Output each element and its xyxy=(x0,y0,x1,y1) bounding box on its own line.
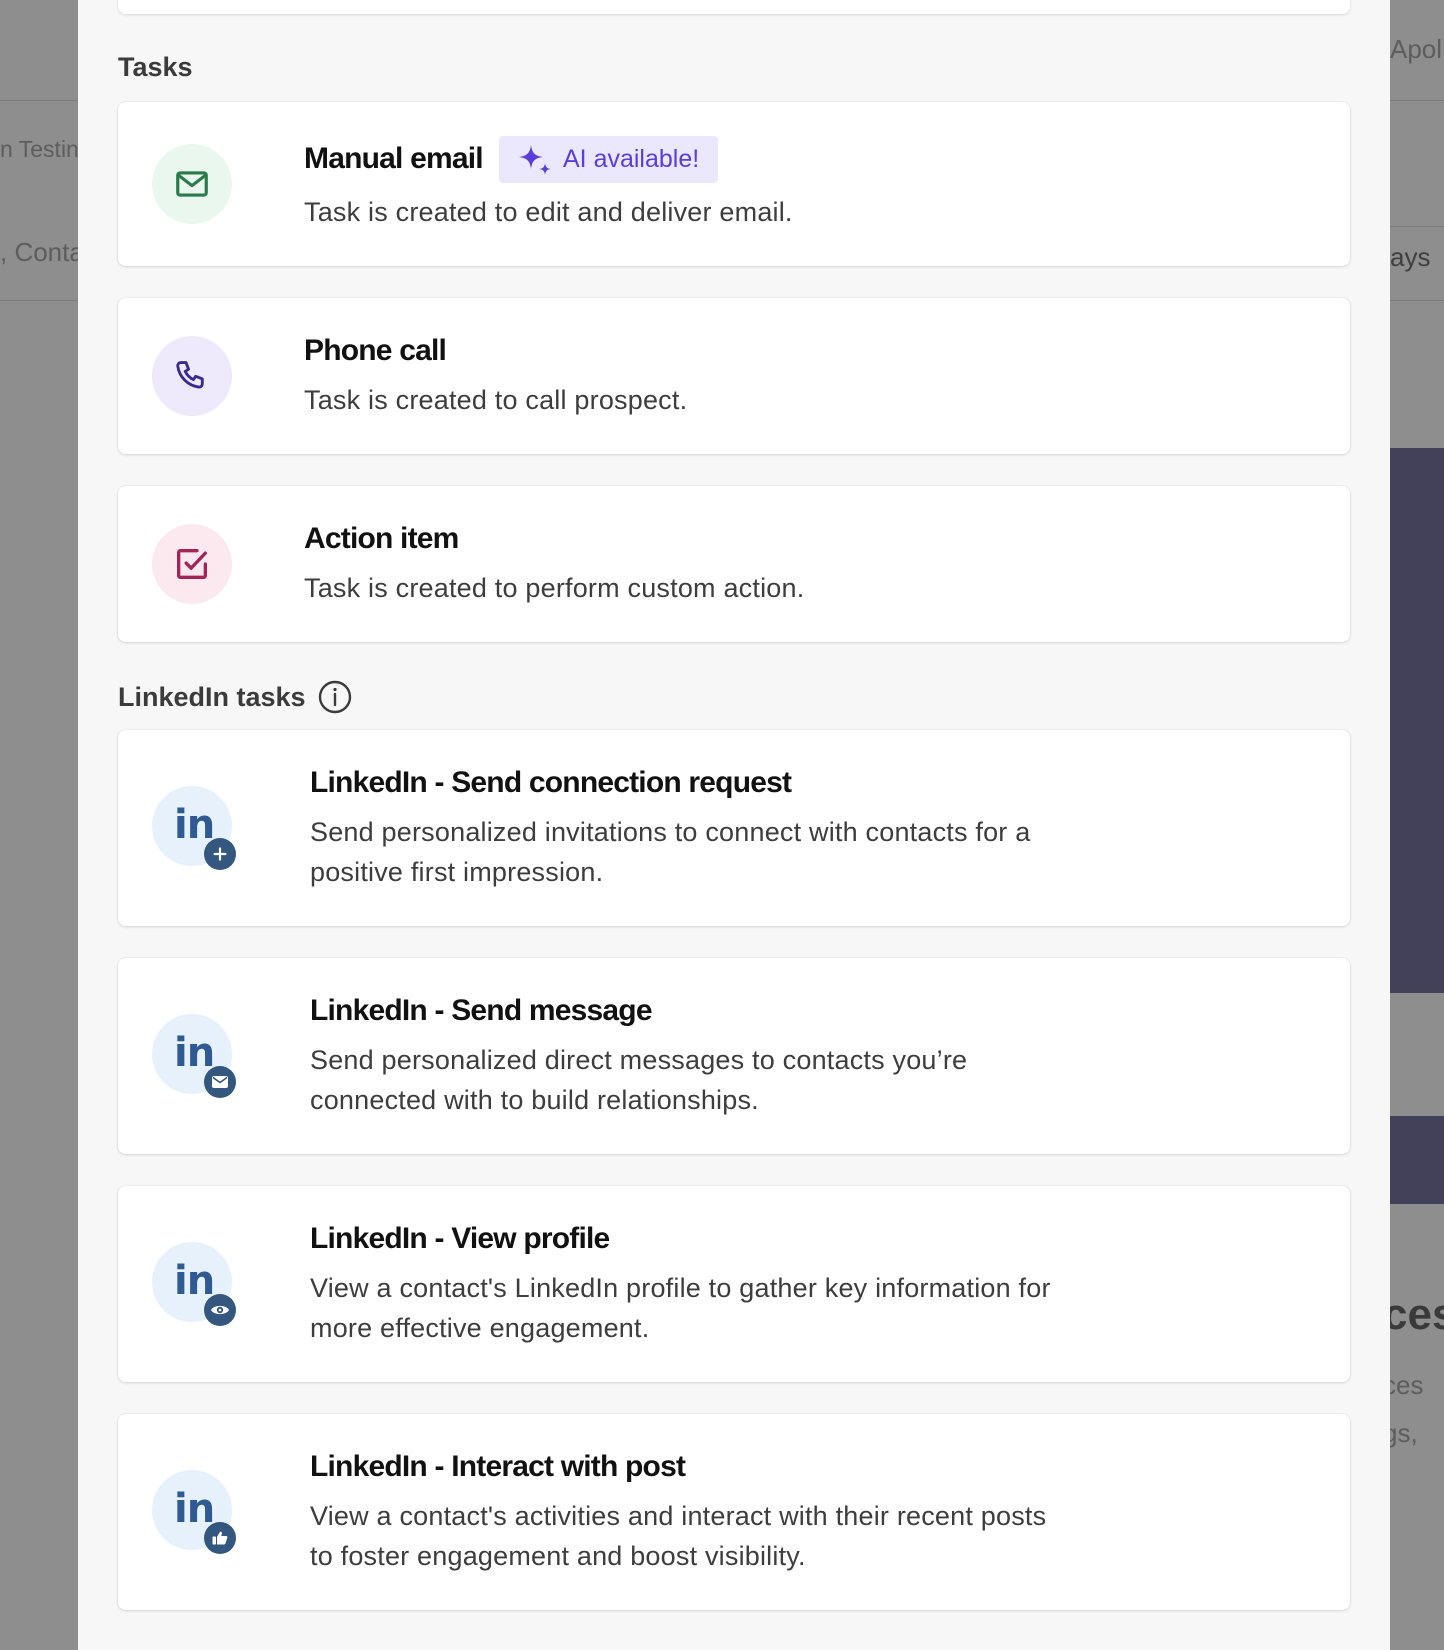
card-description: Task is created to edit and deliver emai… xyxy=(304,197,793,227)
phone-icon xyxy=(152,336,232,416)
task-card-phone-call[interactable]: Phone call Task is created to call prosp… xyxy=(118,298,1350,454)
card-description: Send personalized invitations to connect… xyxy=(310,812,1030,892)
linkedin-logo: in xyxy=(152,1014,236,1098)
background-text: ays xyxy=(1390,242,1431,272)
linkedin-in-icon: in xyxy=(174,1030,215,1076)
card-description: Task is created to perform custom action… xyxy=(304,573,805,603)
linkedin-section-title: LinkedIn tasks xyxy=(118,680,352,714)
eye-icon xyxy=(204,1294,236,1326)
card-description: Send personalized direct messages to con… xyxy=(310,1040,967,1120)
envelope-icon xyxy=(204,1066,236,1098)
card-title: LinkedIn - Send connection request xyxy=(310,766,792,799)
card-title: Phone call xyxy=(304,334,447,367)
ai-badge-label: AI available! xyxy=(563,145,700,173)
sparkle-icon xyxy=(519,144,551,175)
previous-card[interactable] xyxy=(118,0,1350,14)
description-line: Send personalized invitations to connect… xyxy=(310,817,1031,847)
tasks-section-label: Tasks xyxy=(118,52,193,82)
linkedin-card-send-connection-request[interactable]: in LinkedIn - Send connection request Se… xyxy=(118,730,1350,926)
mail-icon xyxy=(152,144,232,224)
task-card-action-item[interactable]: Action item Task is created to perform c… xyxy=(118,486,1350,642)
card-title: LinkedIn - Interact with post xyxy=(310,1450,686,1483)
card-description: View a contact's activities and interact… xyxy=(310,1496,1046,1576)
description-line: to foster engagement and boost visibilit… xyxy=(310,1541,806,1571)
card-title: LinkedIn - Send message xyxy=(310,994,653,1027)
add-step-modal: Tasks Manual email AI available! Task is… xyxy=(78,0,1390,1650)
description-line: connected with to build relationships. xyxy=(310,1085,759,1115)
background-text: , Conta xyxy=(0,237,84,267)
task-card-manual-email[interactable]: Manual email AI available! Task is creat… xyxy=(118,102,1350,266)
card-description: View a contact's LinkedIn profile to gat… xyxy=(310,1268,1051,1348)
linkedin-card-view-profile[interactable]: in LinkedIn - View profile View a contac… xyxy=(118,1186,1350,1382)
card-title: Action item xyxy=(304,522,459,555)
linkedin-in-icon: in xyxy=(174,802,215,848)
info-icon[interactable] xyxy=(318,680,352,714)
card-description: Task is created to call prospect. xyxy=(304,385,688,415)
card-title: LinkedIn - View profile xyxy=(310,1222,610,1255)
linkedin-logo: in xyxy=(152,786,236,870)
card-title: Manual email xyxy=(304,142,484,175)
description-line: View a contact's LinkedIn profile to gat… xyxy=(310,1273,1051,1303)
description-line: positive first impression. xyxy=(310,857,604,887)
description-line: more effective engagement. xyxy=(310,1313,650,1343)
plus-icon xyxy=(204,838,236,870)
background-heading: ces xyxy=(1383,1290,1444,1339)
linkedin-section-label: LinkedIn tasks xyxy=(118,681,306,712)
background-text: n Testin xyxy=(0,136,79,162)
description-line: Send personalized direct messages to con… xyxy=(310,1045,968,1075)
background-panel xyxy=(1390,1116,1444,1204)
thumbs-up-icon xyxy=(204,1522,236,1554)
linkedin-card-interact-with-post[interactable]: in LinkedIn - Interact with post View a … xyxy=(118,1414,1350,1610)
background-divider xyxy=(1390,226,1444,227)
ai-available-badge: AI available! xyxy=(499,136,718,183)
description-line: View a contact's activities and interact… xyxy=(310,1501,1047,1531)
linkedin-logo: in xyxy=(152,1470,236,1554)
checkbox-icon xyxy=(152,524,232,604)
linkedin-in-icon: in xyxy=(174,1486,215,1532)
linkedin-logo: in xyxy=(152,1242,236,1326)
background-panel xyxy=(1390,448,1444,993)
linkedin-card-send-message[interactable]: in LinkedIn - Send message Send personal… xyxy=(118,958,1350,1154)
background-text: Apol xyxy=(1390,34,1443,64)
tasks-section-title: Tasks xyxy=(118,52,193,83)
linkedin-in-icon: in xyxy=(174,1258,215,1304)
